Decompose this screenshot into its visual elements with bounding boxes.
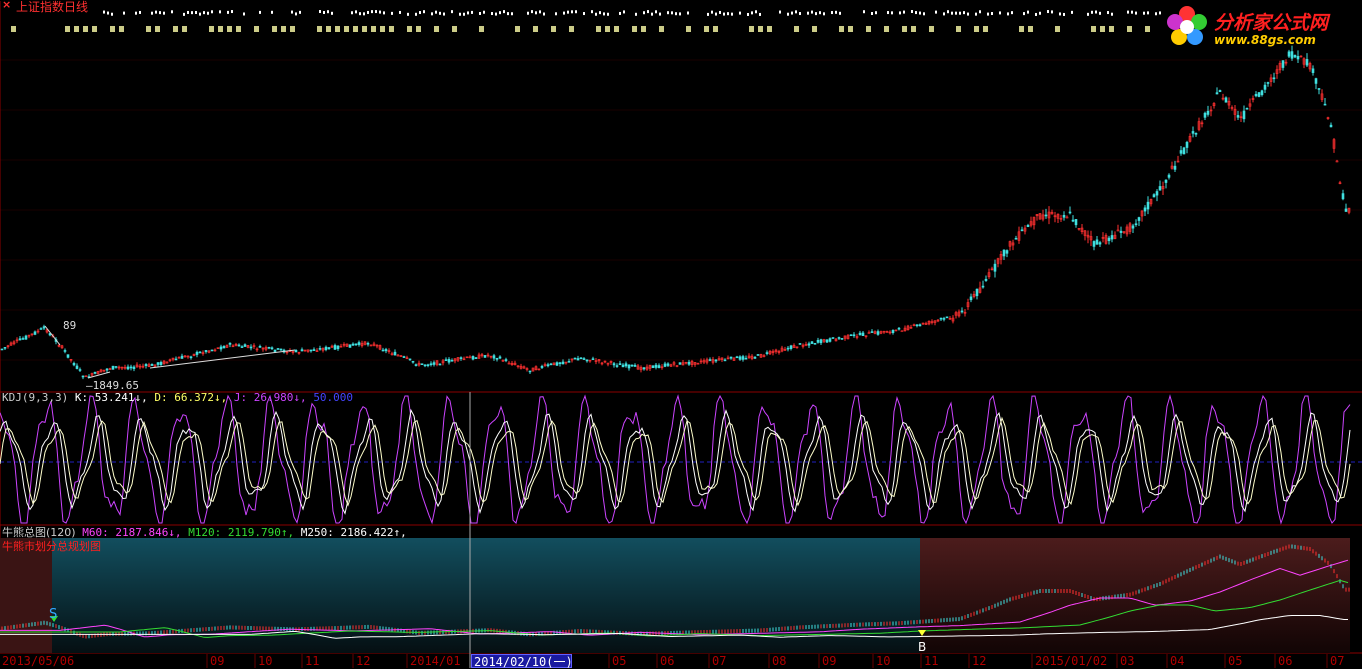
time-axis-label: 10: [258, 654, 272, 668]
stock-chart-canvas[interactable]: 89 —1849.65 S B 2013/05/06 09 10 11 12 2014/0…: [0, 0, 1362, 668]
flower-logo-icon: [1167, 6, 1207, 45]
time-axis-label: 06: [1278, 654, 1292, 668]
kdj-lines: [0, 394, 1351, 525]
m250-value: M250: 2186.422↑,: [300, 526, 407, 539]
time-axis-label: 12: [972, 654, 986, 668]
logo: 分析家公式网 www.88gs.com: [1160, 2, 1360, 52]
high-trend: [44, 325, 61, 346]
sell-marker: S: [49, 607, 57, 622]
window-title: 上证指数日线: [16, 0, 89, 14]
time-axis-label: 11: [305, 654, 319, 668]
time-axis-label: 11: [924, 654, 938, 668]
time-axis-label: 05: [1228, 654, 1242, 668]
close-icon[interactable]: ×: [2, 0, 11, 11]
high-marker: 89: [63, 319, 76, 332]
kdj-d-value: D: 66.372↓,: [154, 391, 228, 404]
time-axis-label: 2015/01/02: [1035, 654, 1107, 668]
kdj-ref-value: 50.000: [313, 391, 354, 404]
m120-value: M120: 2119.790↑,: [188, 526, 295, 539]
time-axis-label: 2014/01: [410, 654, 461, 668]
price-candles: [0, 45, 1351, 380]
kdj-k-value: K: 53.241↓,: [74, 391, 148, 404]
time-axis-label: 09: [822, 654, 836, 668]
logo-url: www.88gs.com: [1214, 33, 1316, 47]
bull-bear-subtitle: 牛熊市划分总规划图: [2, 540, 101, 553]
logo-name: 分析家公式网: [1214, 12, 1329, 34]
time-axis-label: 09: [210, 654, 224, 668]
bull-bear-zones: [0, 538, 1350, 653]
time-axis-label: 05: [612, 654, 626, 668]
time-axis-label: 04: [1170, 654, 1184, 668]
top-tick-row: [11, 10, 1161, 32]
kdj-name: KDJ(9,3,3): [2, 391, 69, 404]
time-axis-label: 03: [1120, 654, 1134, 668]
time-axis-label: 07: [712, 654, 726, 668]
time-axis-label: 07: [1330, 654, 1344, 668]
kdj-legend: KDJ(9,3,3) K: 53.241↓, D: 66.372↓, J: 26…: [2, 391, 353, 404]
time-axis-label: 06: [660, 654, 674, 668]
time-axis-label: 12: [356, 654, 370, 668]
time-axis: 2013/05/06 09 10 11 12 2014/01 05 06 07 08 09 10 11 1…: [2, 654, 1344, 668]
title-bar: × 上证指数日线: [0, 0, 1362, 14]
buy-marker: B: [918, 640, 926, 654]
time-axis-label: 08: [772, 654, 786, 668]
time-axis-label: 10: [876, 654, 890, 668]
kdj-j-value: J: 26.980↓,: [233, 391, 307, 404]
time-axis-label: 2013/05/06: [2, 654, 74, 668]
grid-lines: [0, 59, 1362, 361]
date-cursor-label: 2014/02/10(一): [471, 654, 573, 669]
